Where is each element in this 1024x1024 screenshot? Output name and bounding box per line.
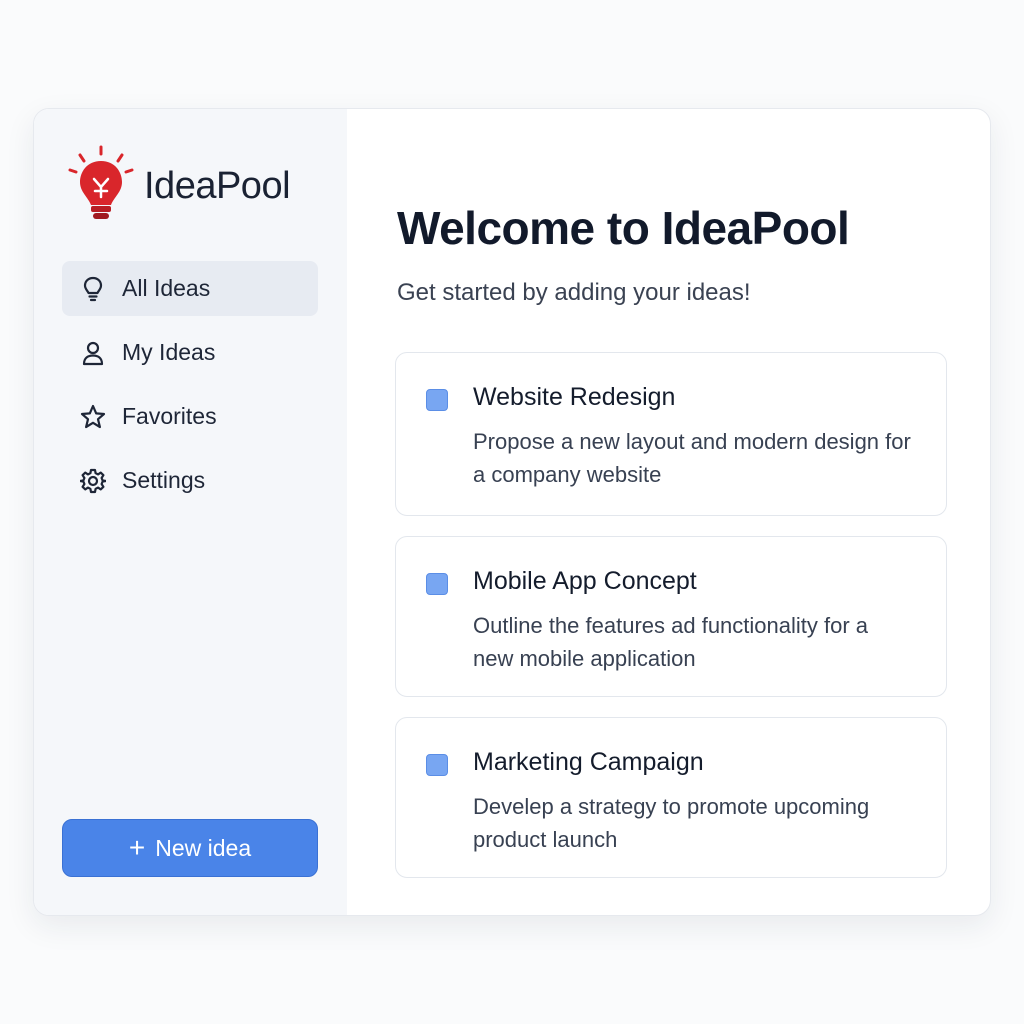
idea-card[interactable]: Website Redesign Propose a new layout an… [395,352,947,516]
new-idea-button[interactable]: + New idea [62,819,318,877]
lightbulb-icon [80,276,106,302]
sidebar-item-label: Settings [122,467,206,493]
idea-title: Website Redesign [473,383,676,411]
idea-card[interactable]: Mobile App Concept Outline the features … [395,536,947,697]
brand: IdeaPool [66,145,291,225]
plus-icon: + [128,832,146,863]
sidebar-item-label: My Ideas [122,339,216,365]
page-subtitle: Get started by adding your ideas! [397,279,751,306]
lightbulb-logo-icon [68,145,134,219]
app-name: IdeaPool [144,164,291,207]
sidebar-item-settings[interactable]: Settings [62,453,318,508]
idea-description: Outline the features ad functionality fo… [473,613,869,671]
sidebar-item-my-ideas[interactable]: My Ideas [62,325,318,380]
sidebar: IdeaPool All Ideas My Ideas Favorites Se… [34,109,347,915]
sidebar-item-all-ideas[interactable]: All Ideas [62,261,318,316]
idea-title: Marketing Campaign [473,748,704,776]
star-icon [80,404,106,430]
sidebar-item-favorites[interactable]: Favorites [62,389,318,444]
gear-icon [80,468,106,494]
app-window: IdeaPool All Ideas My Ideas Favorites Se… [33,108,991,916]
user-icon [80,340,106,366]
idea-card[interactable]: Marketing Campaign Develep a strategy to… [395,717,947,878]
idea-checkbox[interactable] [426,389,448,411]
idea-description: Propose a new layout and modern design f… [473,429,911,487]
idea-description: Develep a strategy to promote upcoming p… [473,794,870,852]
sidebar-item-label: Favorites [122,403,217,429]
sidebar-item-label: All Ideas [122,275,211,301]
idea-checkbox[interactable] [426,754,448,776]
new-idea-label: New idea [155,834,252,861]
main-content: Welcome to IdeaPool Get started by addin… [347,109,990,915]
idea-title: Mobile App Concept [473,567,697,595]
page-title: Welcome to IdeaPool [397,202,850,254]
idea-checkbox[interactable] [426,573,448,595]
sidebar-nav: All Ideas My Ideas Favorites Settings [62,261,318,517]
